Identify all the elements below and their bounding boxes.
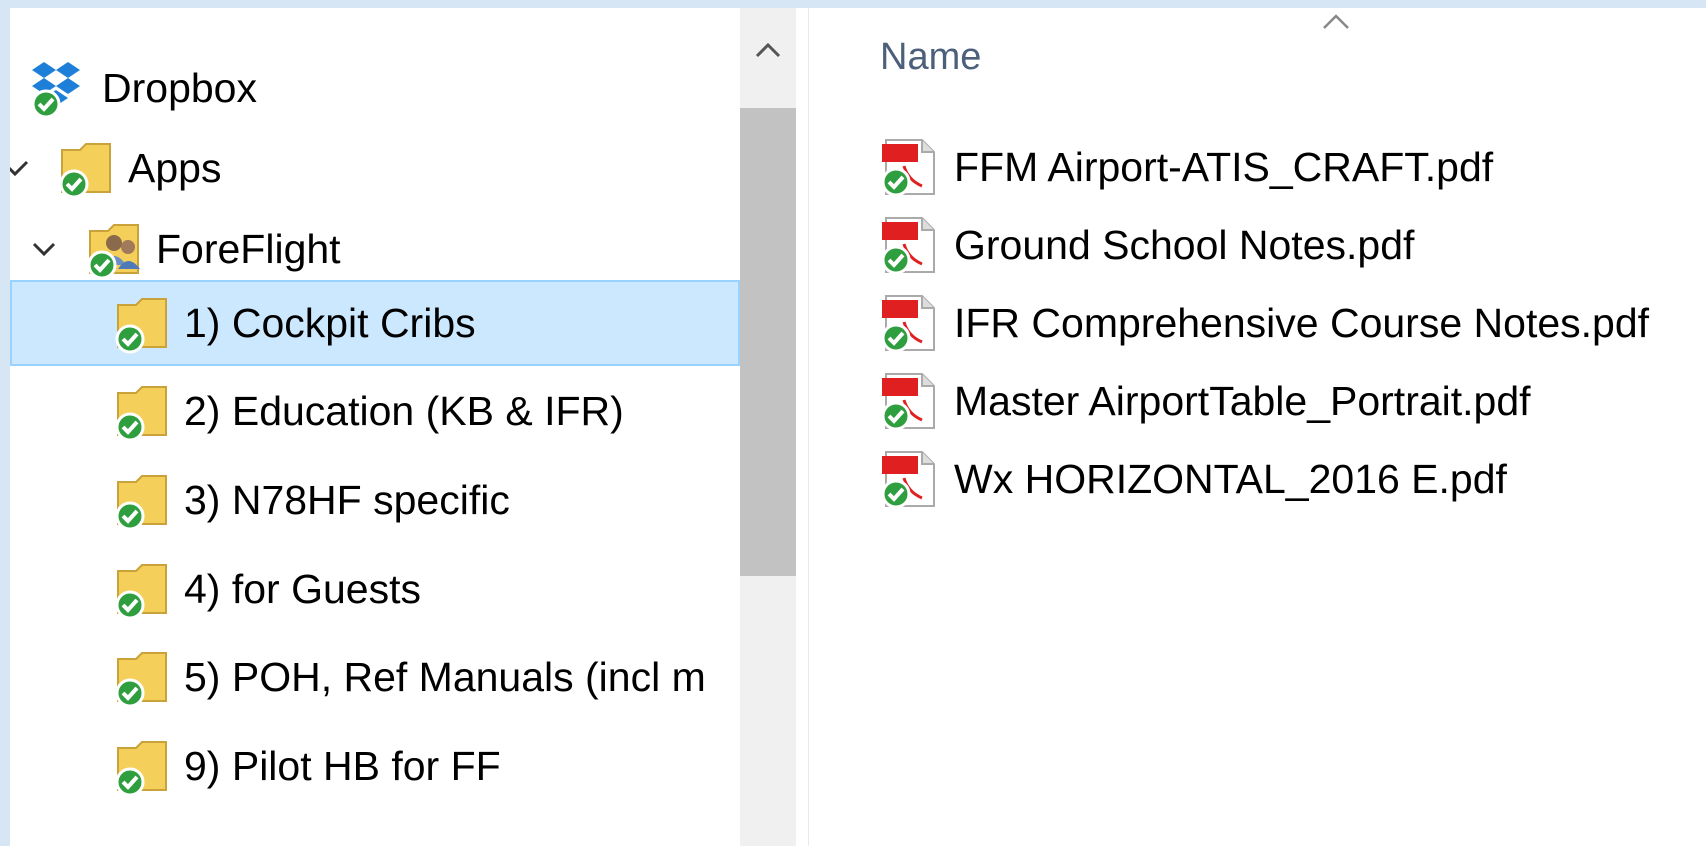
file-name: IFR Comprehensive Course Notes.pdf (954, 299, 1650, 346)
file-name: Master AirportTable_Portrait.pdf (954, 377, 1531, 424)
tree-item-label: 4) for Guests (184, 565, 421, 612)
file-row[interactable]: Wx HORIZONTAL_2016 E.pdf (878, 441, 1706, 517)
pane-divider-line (808, 8, 809, 846)
scrollbar-thumb[interactable] (740, 108, 796, 576)
folder-icon (56, 136, 120, 200)
folder-icon (112, 291, 176, 355)
file-row[interactable]: Master AirportTable_Portrait.pdf (878, 363, 1706, 439)
tree-item-education[interactable]: 2) Education (KB & IFR) (10, 368, 740, 454)
file-name: FFM Airport-ATIS_CRAFT.pdf (954, 143, 1494, 190)
file-name: Ground School Notes.pdf (954, 221, 1415, 268)
pdf-file-icon (878, 448, 940, 510)
file-name: Wx HORIZONTAL_2016 E.pdf (954, 455, 1507, 502)
navigation-pane: Dropbox Apps ForeFlight 1) Cockpit Cribs… (10, 8, 740, 846)
tree-item-label: 5) POH, Ref Manuals (incl m (184, 653, 706, 700)
scroll-up-button[interactable] (740, 22, 796, 82)
file-row[interactable]: Ground School Notes.pdf (878, 207, 1706, 283)
tree-item-label: 9) Pilot HB for FF (184, 742, 501, 789)
tree-item-pilot-hb[interactable]: 9) Pilot HB for FF (10, 723, 740, 809)
chevron-down-icon[interactable] (24, 229, 64, 269)
tree-item-label: 3) N78HF specific (184, 476, 510, 523)
tree-item-for-guests[interactable]: 4) for Guests (10, 546, 740, 632)
file-row[interactable]: IFR Comprehensive Course Notes.pdf (878, 285, 1706, 361)
tree-item-apps[interactable]: Apps (10, 125, 740, 211)
vertical-scrollbar[interactable] (740, 8, 796, 846)
checkmark-icon[interactable] (10, 148, 38, 188)
tree-item-dropbox[interactable]: Dropbox (10, 45, 740, 131)
folder-icon (112, 557, 176, 621)
pdf-file-icon (878, 370, 940, 432)
tree-item-cockpit-cribs[interactable]: 1) Cockpit Cribs (10, 280, 740, 366)
file-row[interactable]: FFM Airport-ATIS_CRAFT.pdf (878, 129, 1706, 205)
tree-item-label: Dropbox (102, 64, 257, 111)
tree-item-label: 2) Education (KB & IFR) (184, 387, 624, 434)
folder-icon (112, 645, 176, 709)
folder-icon (112, 379, 176, 443)
tree-item-label: ForeFlight (156, 225, 341, 272)
folder-icon (112, 468, 176, 532)
dropbox-icon (28, 56, 92, 120)
chevron-up-icon (753, 40, 783, 65)
shared-folder-icon (84, 217, 148, 281)
file-list-pane: Name FFM Airport-ATIS_CRAFT.pdf Ground S… (810, 8, 1706, 846)
name-column-header[interactable]: Name (880, 36, 981, 79)
folder-icon (112, 734, 176, 798)
tree-item-label: 1) Cockpit Cribs (184, 299, 476, 346)
pdf-file-icon (878, 214, 940, 276)
pdf-file-icon (878, 292, 940, 354)
tree-item-poh-ref-manuals[interactable]: 5) POH, Ref Manuals (incl m (10, 634, 740, 720)
sort-ascending-icon (1316, 8, 1356, 38)
tree-item-n78hf-specific[interactable]: 3) N78HF specific (10, 457, 740, 543)
pdf-file-icon (878, 136, 940, 198)
tree-item-label: Apps (128, 144, 222, 191)
